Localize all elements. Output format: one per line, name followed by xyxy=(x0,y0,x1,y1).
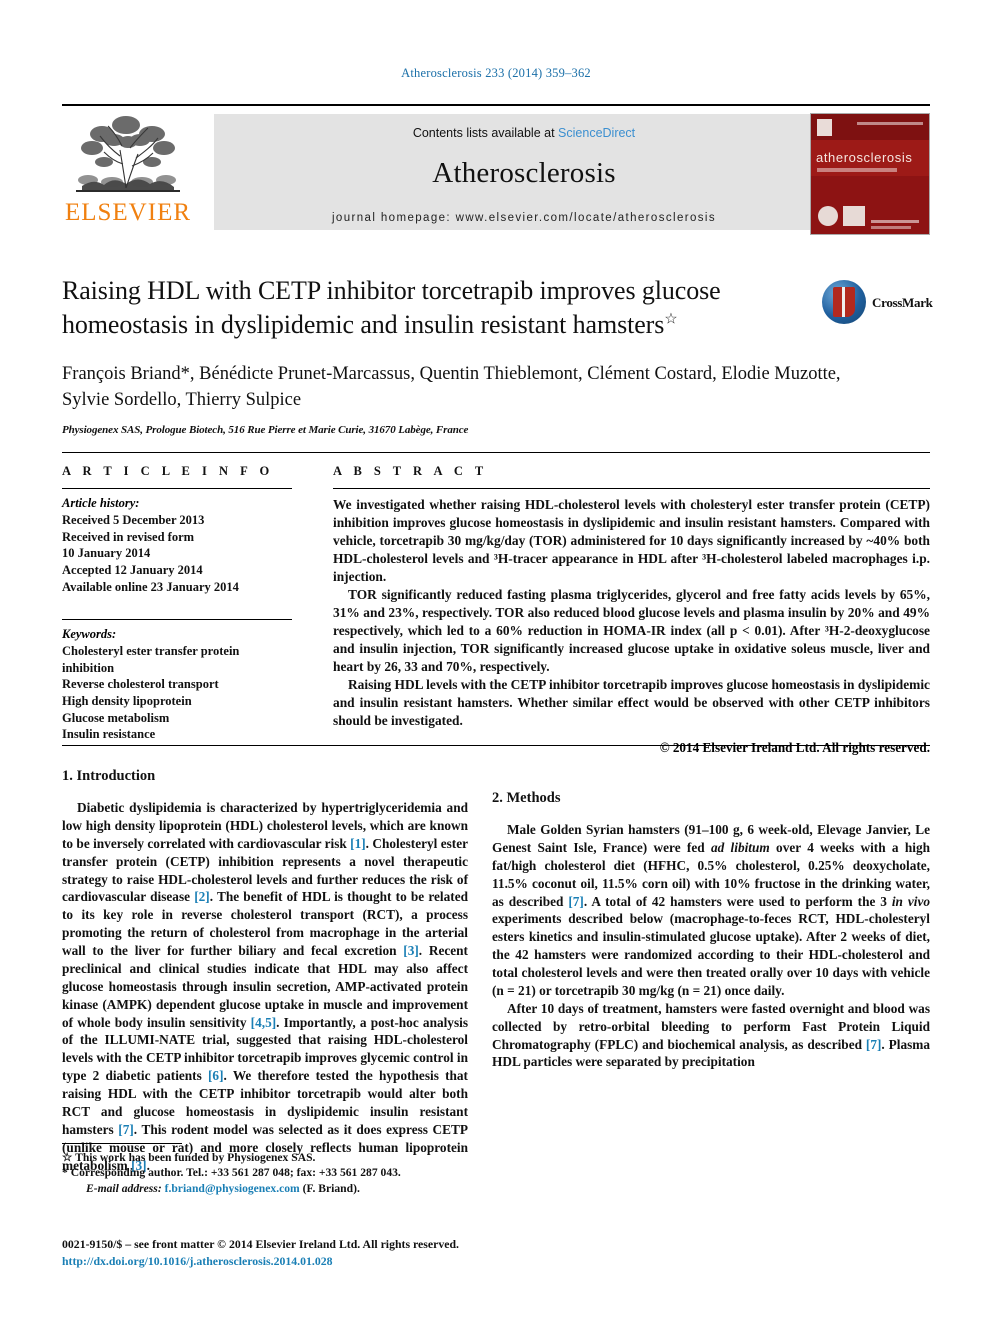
abstract-body: We investigated whether raising HDL-chol… xyxy=(333,496,930,730)
journal-article-page: Atherosclerosis 233 (2014) 359–362 ELSEV… xyxy=(0,0,992,1323)
introduction-paragraph: Diabetic dyslipidemia is characterized b… xyxy=(62,799,468,1174)
body-column-right: 2. Methods Male Golden Syrian hamsters (… xyxy=(492,768,930,1071)
title-footnote-marker[interactable]: ☆ xyxy=(664,312,677,328)
methods-paragraph-1: Male Golden Syrian hamsters (91–100 g, 6… xyxy=(492,821,930,1000)
abstract-copyright: © 2014 Elsevier Ireland Ltd. All rights … xyxy=(659,740,930,756)
running-head: Atherosclerosis 233 (2014) 359–362 xyxy=(401,66,591,80)
contents-available-line: Contents lists available at ScienceDirec… xyxy=(214,126,834,140)
keyword-item: Glucose metabolism xyxy=(62,710,170,725)
elsevier-wordmark: ELSEVIER xyxy=(64,199,192,226)
article-info-heading: A R T I C L E I N F O xyxy=(62,464,274,478)
cover-subtitle-line xyxy=(817,168,897,172)
affiliation: Physiogenex SAS, Prologue Biotech, 516 R… xyxy=(62,424,469,437)
methods-text: Male Golden Syrian hamsters (91–100 g, 6… xyxy=(492,821,930,1071)
keyword-item: Cholesteryl ester transfer protein inhib… xyxy=(62,644,240,675)
footnote-funding-text: This work has been funded by Physiogenex… xyxy=(75,1151,316,1164)
article-info-rule xyxy=(62,488,292,489)
page-title-text: Raising HDL with CETP inhibitor torcetra… xyxy=(62,276,721,340)
history-item: 10 January 2014 xyxy=(62,546,151,561)
keywords-rule xyxy=(62,619,292,621)
cover-footer-line-2 xyxy=(871,226,911,229)
history-item: Available online 23 January 2014 xyxy=(62,579,239,594)
citation-ref-1[interactable]: [1] xyxy=(350,836,366,851)
introduction-heading: 1. Introduction xyxy=(62,768,156,784)
abstract-bottom-rule xyxy=(62,745,930,746)
methods-heading: 2. Methods xyxy=(492,790,561,806)
methods-italic-ad-libitum: ad libitum xyxy=(710,839,770,855)
citation-ref-2[interactable]: [2] xyxy=(194,889,210,904)
citation-ref-7b[interactable]: [7] xyxy=(866,1037,882,1052)
sciencedirect-link[interactable]: ScienceDirect xyxy=(558,126,635,140)
article-history-label: Article history: xyxy=(62,496,140,510)
journal-homepage-url[interactable]: journal homepage: www.elsevier.com/locat… xyxy=(214,212,834,224)
citation-ref-7[interactable]: [7] xyxy=(118,1122,134,1137)
methods-text-e: After 10 days of treatment, hamsters wer… xyxy=(492,1000,930,1052)
author-list: François Briand*, Bénédicte Prunet-Marca… xyxy=(62,363,841,410)
cover-header-lines xyxy=(857,122,923,125)
masthead-banner: Contents lists available at ScienceDirec… xyxy=(214,114,834,230)
footnote-rule xyxy=(62,1143,182,1144)
elsevier-tree-icon xyxy=(68,112,188,198)
crossmark-book-icon xyxy=(833,287,855,317)
abstract-paragraph: TOR significantly reduced fasting plasma… xyxy=(333,587,930,675)
methods-paragraph-2: After 10 days of treatment, hamsters wer… xyxy=(492,1000,930,1072)
journal-cover-thumbnail: atherosclerosis xyxy=(810,113,930,235)
contents-prefix: Contents lists available at xyxy=(412,126,555,140)
article-title-block: CrossMark Raising HDL with CETP inhibito… xyxy=(62,274,933,437)
methods-text-c: . A total of 42 hamsters were used to pe… xyxy=(583,893,892,909)
footnote-corresponding-marker: * xyxy=(62,1166,68,1180)
citation-ref-4-5[interactable]: [4,5] xyxy=(251,1015,276,1030)
article-info-column: A R T I C L E I N F O Article history: R… xyxy=(62,464,292,743)
keyword-item: High density lipoprotein xyxy=(62,694,192,708)
cover-badge-square xyxy=(843,206,865,226)
methods-text-d: experiments described below (macrophage-… xyxy=(492,911,930,998)
methods-italic-in-vivo: in vivo xyxy=(891,893,930,909)
cover-badge-circle xyxy=(818,206,838,226)
abstract-paragraph: We investigated whether raising HDL-chol… xyxy=(333,497,930,585)
cover-footer-line-1 xyxy=(871,220,919,223)
history-item: Received in revised form xyxy=(62,529,195,544)
keyword-item: Insulin resistance xyxy=(62,727,156,742)
info-top-rule xyxy=(62,452,930,453)
crossmark-label: CrossMark xyxy=(872,295,933,310)
keywords-label: Keywords: xyxy=(62,627,117,642)
page-title: Raising HDL with CETP inhibitor torcetra… xyxy=(62,274,852,343)
keyword-item: Reverse cholesterol transport xyxy=(62,677,219,692)
imprint-copyright: 0021-9150/$ – see front matter © 2014 El… xyxy=(62,1237,459,1251)
email-link[interactable]: f.briand@physiogenex.com xyxy=(165,1182,300,1195)
cover-journal-title: atherosclerosis xyxy=(816,150,913,165)
email-label: E-mail address: xyxy=(86,1181,162,1195)
footnote-funding-marker: ☆ xyxy=(62,1151,73,1164)
email-suffix: (F. Briand). xyxy=(302,1181,360,1195)
abstract-column: A B S T R A C T We investigated whether … xyxy=(333,464,930,756)
footnote-email: E-mail address: f.briand@physiogenex.com… xyxy=(62,1181,468,1196)
citation-ref-7[interactable]: [7] xyxy=(568,894,584,909)
journal-title: Atherosclerosis xyxy=(432,157,616,189)
abstract-heading: A B S T R A C T xyxy=(333,464,488,478)
citation-ref-6[interactable]: [6] xyxy=(208,1068,224,1083)
abstract-paragraph: Raising HDL levels with the CETP inhibit… xyxy=(333,677,930,729)
journal-masthead: ELSEVIER Contents lists available at Sci… xyxy=(62,104,930,235)
history-item: Received 5 December 2013 xyxy=(62,513,205,527)
footnote-corresponding: * Corresponding author. Tel.: +33 561 28… xyxy=(62,1165,468,1180)
cover-elsevier-icon xyxy=(817,119,832,136)
introduction-text: Diabetic dyslipidemia is characterized b… xyxy=(62,799,468,1174)
crossmark-circle-icon xyxy=(822,280,866,324)
elsevier-logo: ELSEVIER xyxy=(62,112,194,232)
doi-link[interactable]: http://dx.doi.org/10.1016/j.atherosclero… xyxy=(62,1253,522,1270)
footnote-block: ☆ This work has been funded by Physiogen… xyxy=(62,1143,468,1196)
abstract-rule xyxy=(333,488,930,489)
body-column-left: 1. Introduction Diabetic dyslipidemia is… xyxy=(62,768,468,1174)
history-item: Accepted 12 January 2014 xyxy=(62,562,203,577)
crossmark-badge[interactable]: CrossMark xyxy=(822,280,934,326)
citation-ref-3[interactable]: [3] xyxy=(403,943,419,958)
footnote-funding: ☆ This work has been funded by Physiogen… xyxy=(62,1150,468,1165)
footnote-corresponding-text: Corresponding author. Tel.: +33 561 287 … xyxy=(70,1166,401,1180)
imprint-block: 0021-9150/$ – see front matter © 2014 El… xyxy=(62,1236,522,1270)
